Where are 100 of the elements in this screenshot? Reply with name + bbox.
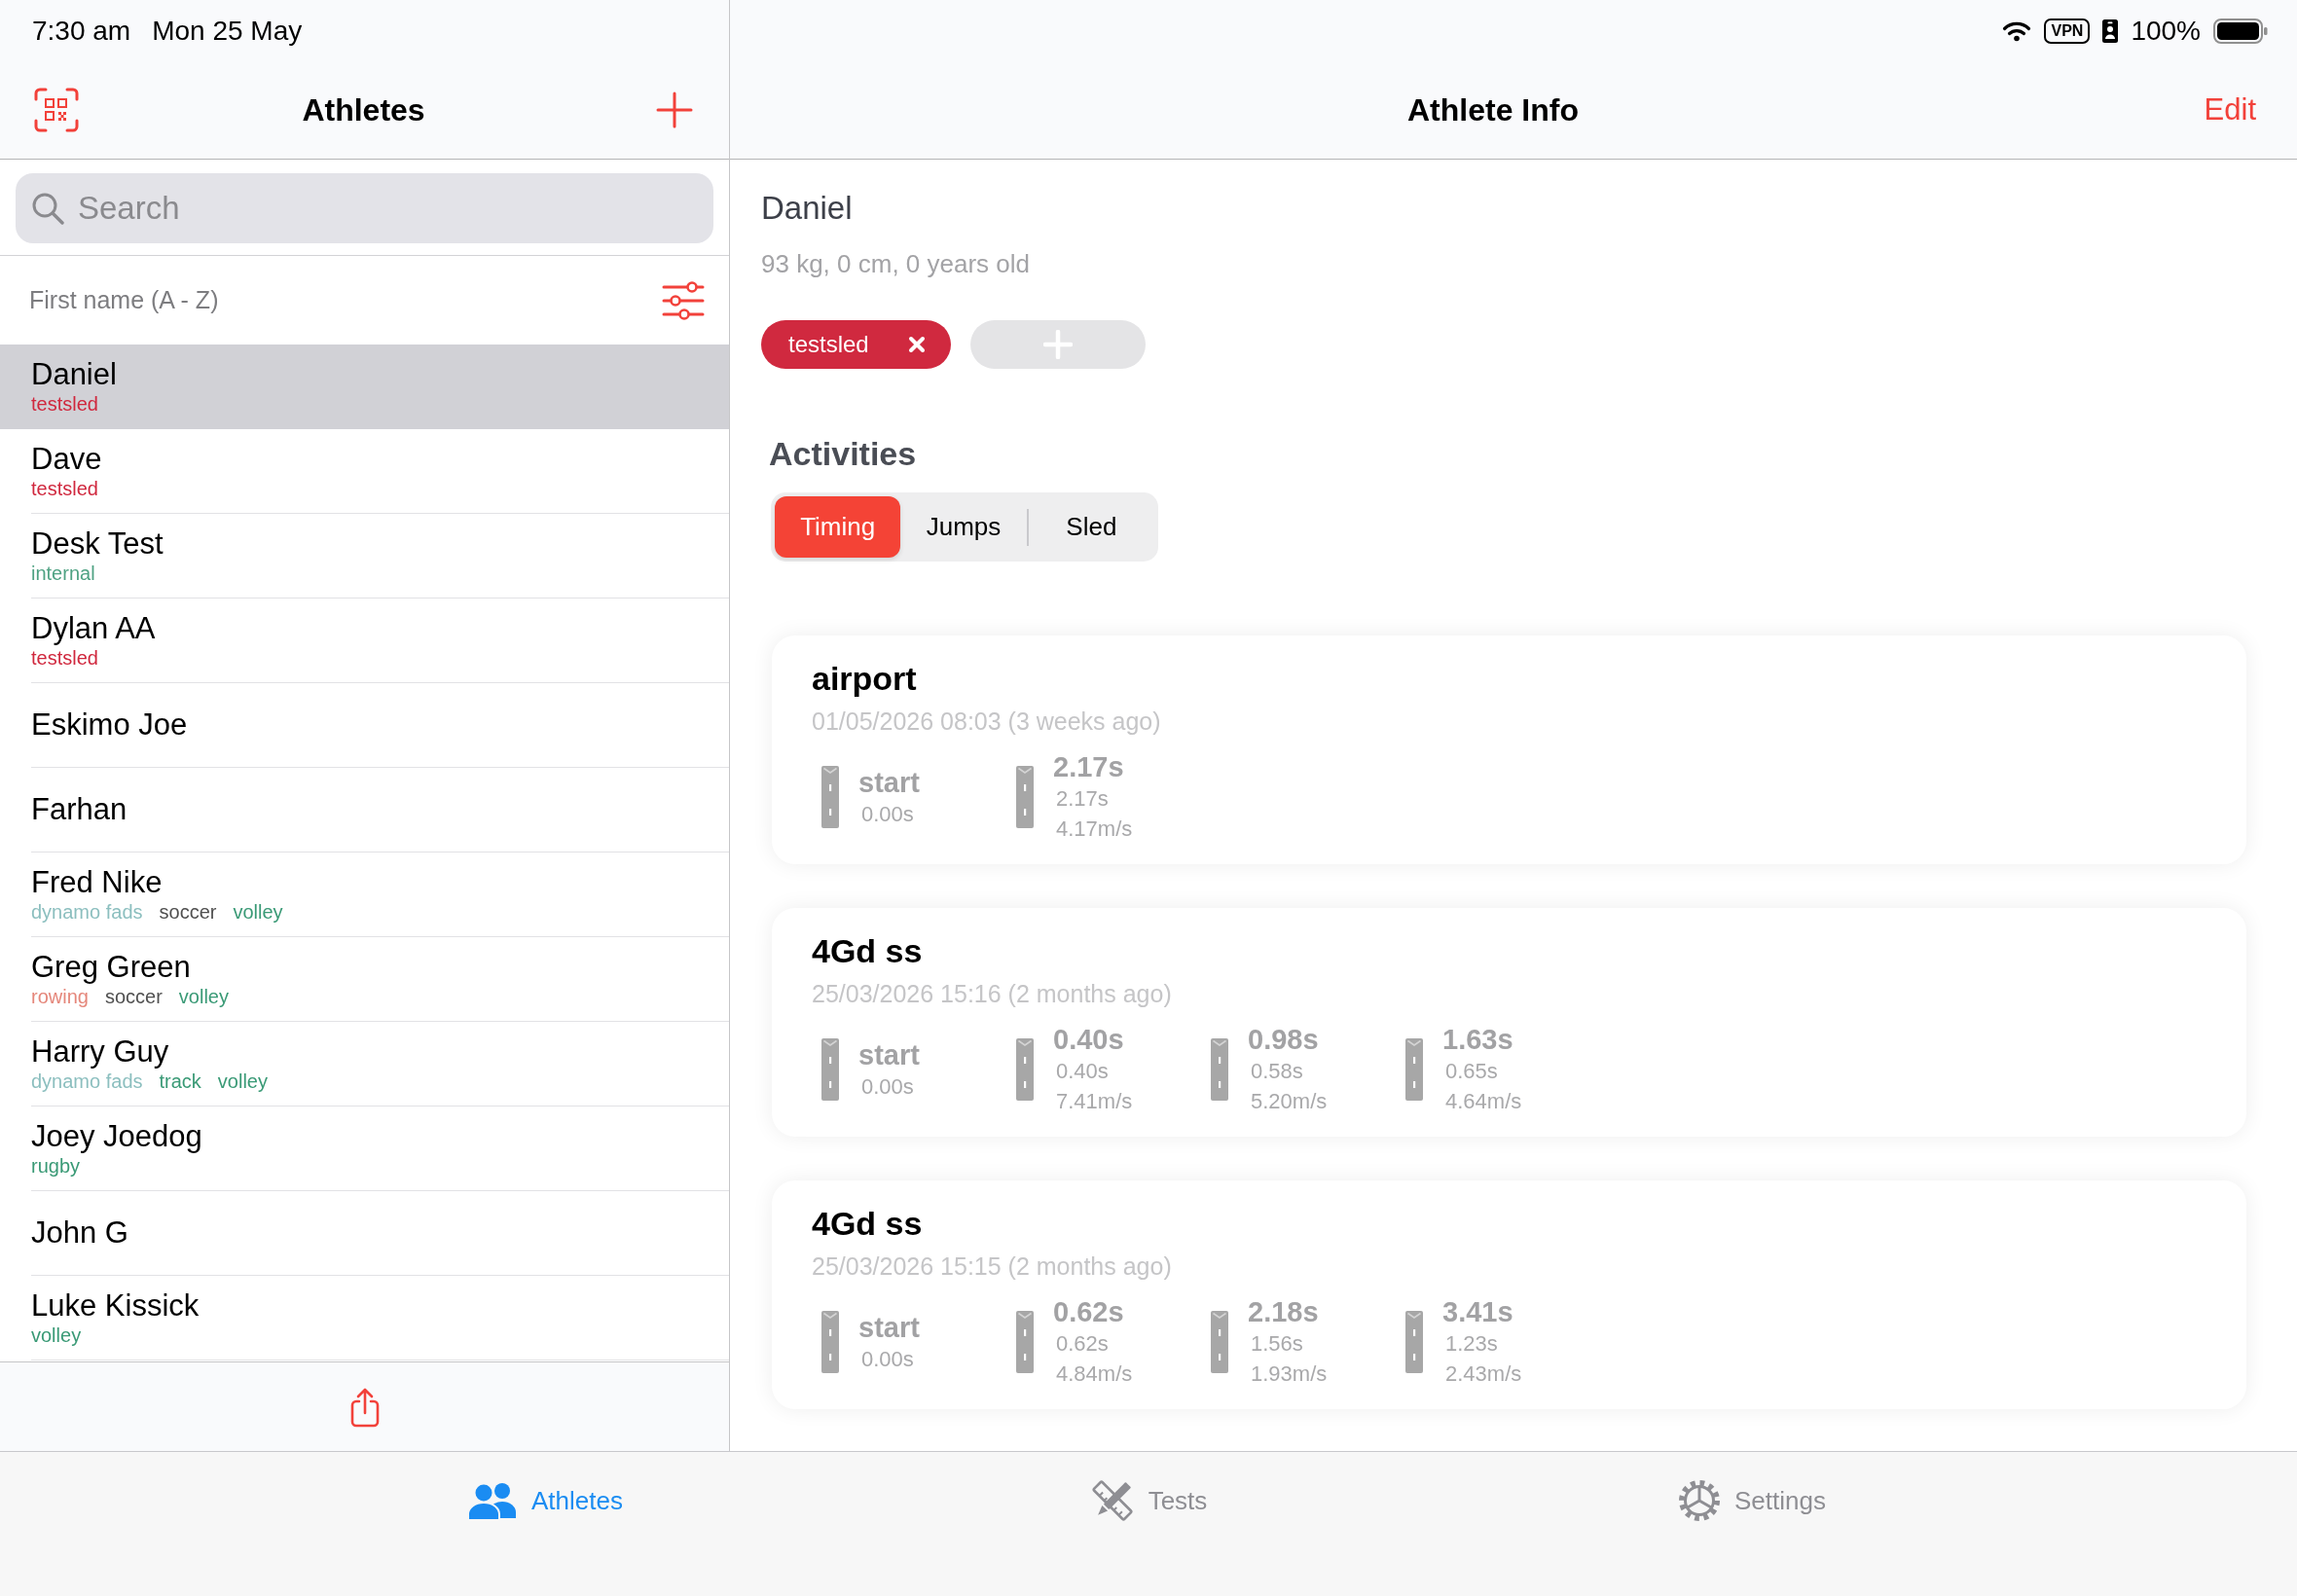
athlete-summary: 93 kg, 0 cm, 0 years old: [761, 248, 1031, 279]
split-heading: start: [858, 1037, 920, 1071]
athlete-name: Dylan AA: [31, 611, 156, 646]
athlete-tag: volley: [178, 985, 229, 1008]
qr-scan-icon[interactable]: [34, 88, 79, 132]
status-date: Mon 25 May: [152, 15, 303, 47]
athlete-name: Greg Green: [31, 950, 191, 985]
gate-post-icon: [1016, 1311, 1034, 1373]
gate-post-icon: [1211, 1311, 1228, 1373]
split-heading: 0.98s: [1248, 1023, 1319, 1056]
athlete-name: Joey Joedog: [31, 1119, 202, 1154]
split-heading: 1.63s: [1442, 1023, 1513, 1056]
athlete-list-item[interactable]: Greg Green rowing soccer volley: [0, 937, 729, 1022]
session-card[interactable]: 4Gd ss 25/03/2026 15:15 (2 months ago) start 0.00s 0.62s 0.62s 4.84m/s 2.18s 1.56s 1.93m/s 3.41s 1.23s 2.43m/s: [772, 1180, 2246, 1409]
segment[interactable]: Jumps: [900, 496, 1027, 558]
wifi-icon: [2002, 19, 2032, 42]
split-heading: start: [858, 765, 920, 799]
vpn-badge: VPN: [2044, 18, 2091, 44]
athlete-list-item[interactable]: Joey Joedog rugby: [0, 1106, 729, 1191]
athlete-tag: dynamo fads: [31, 1070, 143, 1093]
athlete-tag: volley: [233, 900, 283, 924]
gate-post-icon: [1211, 1038, 1228, 1101]
athlete-tag: testsled: [31, 646, 98, 670]
split-time: 0.00s: [861, 1072, 914, 1101]
athlete-list-item[interactable]: Daniel testsled: [0, 345, 729, 429]
split-time: 0.58s: [1251, 1058, 1303, 1085]
athlete-tag: testsled: [31, 392, 98, 416]
session-card[interactable]: 4Gd ss 25/03/2026 15:16 (2 months ago) start 0.00s 0.40s 0.40s 7.41m/s 0.98s 0.58s 5.20m/s 1.63s 0.65s 4.64m/s: [772, 908, 2246, 1137]
section-heading: Activities: [769, 434, 917, 473]
athlete-list-item[interactable]: Luke Kissick volley: [0, 1276, 729, 1360]
athlete-list-item[interactable]: Dylan AA testsled: [0, 598, 729, 683]
session-date: 25/03/2026 15:15 (2 months ago): [812, 1251, 1172, 1281]
nav-title: Athletes: [302, 91, 425, 128]
session-title: 4Gd ss: [812, 1204, 923, 1243]
battery-percentage: 100%: [2131, 15, 2201, 47]
split-time: 1.23s: [1445, 1330, 1498, 1358]
gate-post-icon: [1405, 1311, 1423, 1373]
athlete-name: Eskimo Joe: [31, 707, 188, 743]
split-time: 2.17s: [1056, 785, 1109, 813]
athlete-tag: volley: [31, 1324, 82, 1347]
search-field[interactable]: Search: [16, 173, 713, 243]
athlete-name: Desk Test: [31, 526, 164, 562]
battery-icon: [2213, 18, 2268, 44]
athlete-tag: soccer: [159, 900, 217, 924]
athlete-list-item[interactable]: Farhan: [0, 768, 729, 852]
athlete-tag: internal: [31, 562, 95, 585]
filter-icon[interactable]: [662, 280, 705, 320]
segment[interactable]: Sled: [1028, 496, 1154, 558]
split-time: 0.65s: [1445, 1058, 1498, 1085]
gate-post-icon: [1016, 1038, 1034, 1101]
nav-title: Athlete Info: [1407, 91, 1579, 128]
athlete-list-item[interactable]: Eskimo Joe: [0, 683, 729, 768]
athlete-name: Farhan: [31, 792, 128, 827]
session-card[interactable]: airport 01/05/2026 08:03 (3 weeks ago) start 0.00s 2.17s 2.17s 4.17m/s: [772, 635, 2246, 864]
athlete-list-item[interactable]: Harry Guy dynamo fads track volley: [0, 1022, 729, 1106]
athlete-tag: testsled: [31, 477, 98, 500]
split-speed: 4.84m/s: [1056, 1360, 1133, 1388]
gate-post-icon: [1405, 1038, 1423, 1101]
split-speed: 5.20m/s: [1251, 1088, 1328, 1115]
athlete-tag: dynamo fads: [31, 900, 143, 924]
athlete-tag: rugby: [31, 1154, 81, 1178]
split-heading: 2.17s: [1053, 750, 1124, 783]
share-icon[interactable]: [349, 1386, 380, 1428]
split-time: 0.40s: [1056, 1058, 1109, 1085]
split-time: 0.62s: [1056, 1330, 1109, 1358]
add-icon[interactable]: [656, 91, 693, 128]
gate-post-icon: [821, 766, 839, 828]
athlete-tag: soccer: [104, 985, 163, 1008]
gate-post-icon: [1016, 766, 1034, 828]
split-heading: 3.41s: [1442, 1295, 1513, 1328]
split-speed: 1.93m/s: [1251, 1360, 1328, 1388]
sort-label: First name (A - Z): [29, 286, 219, 314]
id-badge-icon: [2102, 18, 2119, 43]
athlete-name: Daniel: [761, 189, 853, 228]
athlete-name: Daniel: [31, 357, 117, 392]
split-speed: 2.43m/s: [1445, 1360, 1522, 1388]
athlete-list-item[interactable]: John G: [0, 1191, 729, 1276]
gate-post-icon: [821, 1038, 839, 1101]
edit-button[interactable]: Edit: [2204, 92, 2256, 127]
split-heading: 0.62s: [1053, 1295, 1124, 1328]
pencil-ruler-icon: [1089, 1478, 1135, 1523]
split-speed: 7.41m/s: [1056, 1088, 1133, 1115]
athlete-list-item[interactable]: Dave testsled: [0, 429, 729, 514]
session-title: airport: [812, 659, 917, 698]
tag-chip[interactable]: testsled: [761, 320, 951, 369]
gate-post-icon: [821, 1311, 839, 1373]
split-heading: start: [858, 1310, 920, 1344]
athlete-name: Harry Guy: [31, 1034, 169, 1070]
session-date: 25/03/2026 15:16 (2 months ago): [812, 979, 1172, 1008]
athlete-list-item[interactable]: Fred Nike dynamo fads soccer volley: [0, 852, 729, 937]
split-speed: 4.64m/s: [1445, 1088, 1522, 1115]
athlete-name: Dave: [31, 442, 102, 477]
settings-icon: [1678, 1479, 1721, 1522]
athlete-name: John G: [31, 1215, 128, 1251]
close-icon[interactable]: [907, 336, 926, 353]
people-icon: [467, 1481, 518, 1520]
segment[interactable]: Timing: [775, 496, 901, 558]
session-title: 4Gd ss: [812, 931, 923, 970]
athlete-list-item[interactable]: Desk Test internal: [0, 514, 729, 598]
split-heading: 2.18s: [1248, 1295, 1319, 1328]
